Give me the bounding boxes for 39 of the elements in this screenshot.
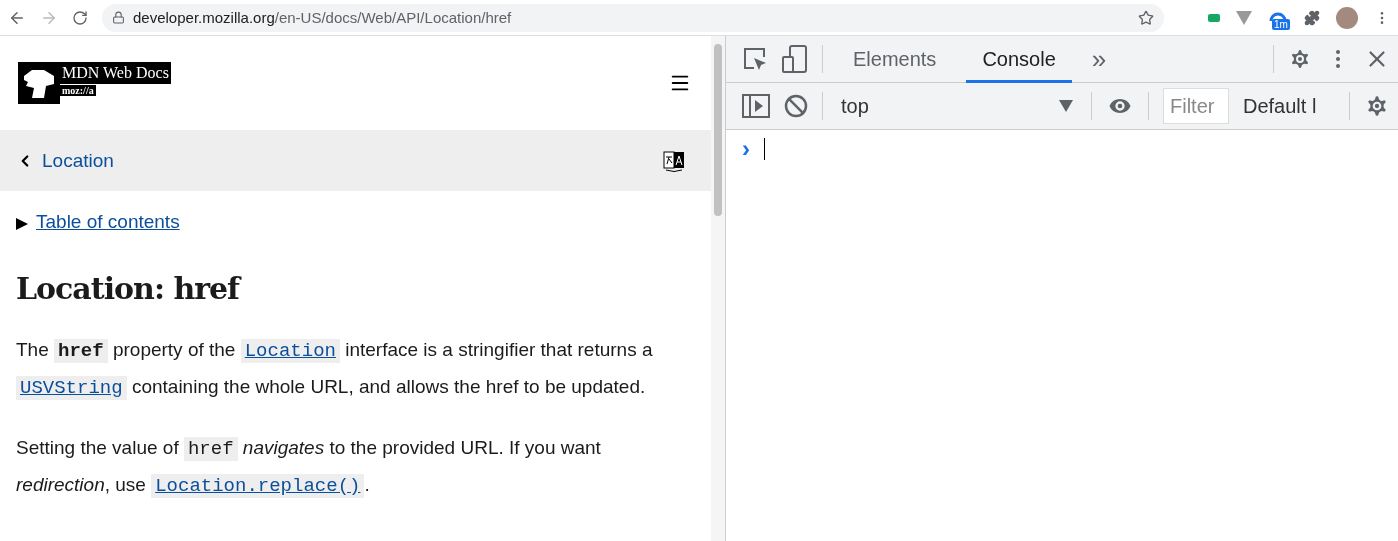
breadcrumb-link[interactable]: Location xyxy=(16,149,114,172)
url-path: /en-US/docs/Web/API/Location/href xyxy=(274,9,512,26)
star-icon[interactable] xyxy=(1138,9,1154,26)
url-host: developer.mozilla.org xyxy=(133,9,275,26)
paragraph: The href property of the Location interface is a stringifier that returns a USVString containing the whole URL, and allows the href to be updated. xyxy=(16,338,654,402)
inspect-element-icon[interactable] xyxy=(742,46,768,72)
triangle-icon[interactable] xyxy=(1236,10,1252,25)
sidebar-toggle-icon[interactable] xyxy=(742,94,770,118)
scrollbar-thumb[interactable] xyxy=(714,44,722,216)
context-dropdown[interactable]: top xyxy=(837,94,1077,118)
filter-field[interactable]: Filter xyxy=(1163,88,1229,124)
more-tabs-button[interactable]: » xyxy=(1085,43,1113,75)
text-cursor xyxy=(764,138,765,160)
code-link[interactable]: Location xyxy=(240,339,340,363)
disclosure-triangle-icon[interactable] xyxy=(16,218,28,230)
inline-code: href xyxy=(183,437,238,461)
inline-code: href xyxy=(54,339,108,363)
table-of-contents-link[interactable]: Table of contents xyxy=(36,211,180,233)
extension-icon[interactable] xyxy=(1208,12,1220,23)
logo-subtitle: moz://a xyxy=(60,85,96,96)
paragraph: Setting the value of href navigates to the provided URL. If you want redirection, use Location.replace() . xyxy=(16,436,602,500)
console-prompt: › xyxy=(742,139,750,159)
code-link[interactable]: USVString xyxy=(16,376,127,400)
puzzle-icon[interactable] xyxy=(1304,9,1320,26)
code-link[interactable]: Location.replace() xyxy=(151,474,365,498)
translate-icon[interactable] xyxy=(663,148,685,173)
clear-console-icon[interactable] xyxy=(784,94,808,118)
device-toggle-icon[interactable] xyxy=(782,45,808,73)
address-bar[interactable]: developer.mozilla.org/en-US/docs/Web/API/Location/href xyxy=(102,3,1164,32)
devtools-tab[interactable]: Elements xyxy=(837,35,953,83)
logo-title: MDN Web Docs xyxy=(60,62,171,84)
caret-icon xyxy=(1059,100,1073,112)
page-heading: Location: href xyxy=(16,271,695,306)
reload-button[interactable] xyxy=(72,9,88,26)
avatar[interactable] xyxy=(1336,6,1358,29)
log-levels-dropdown[interactable]: Default l xyxy=(1243,94,1335,118)
extension-badge: 1m xyxy=(1272,18,1290,30)
mdn-logo[interactable]: MDN Web Docs moz://a xyxy=(18,62,171,104)
lock-icon xyxy=(112,11,125,24)
